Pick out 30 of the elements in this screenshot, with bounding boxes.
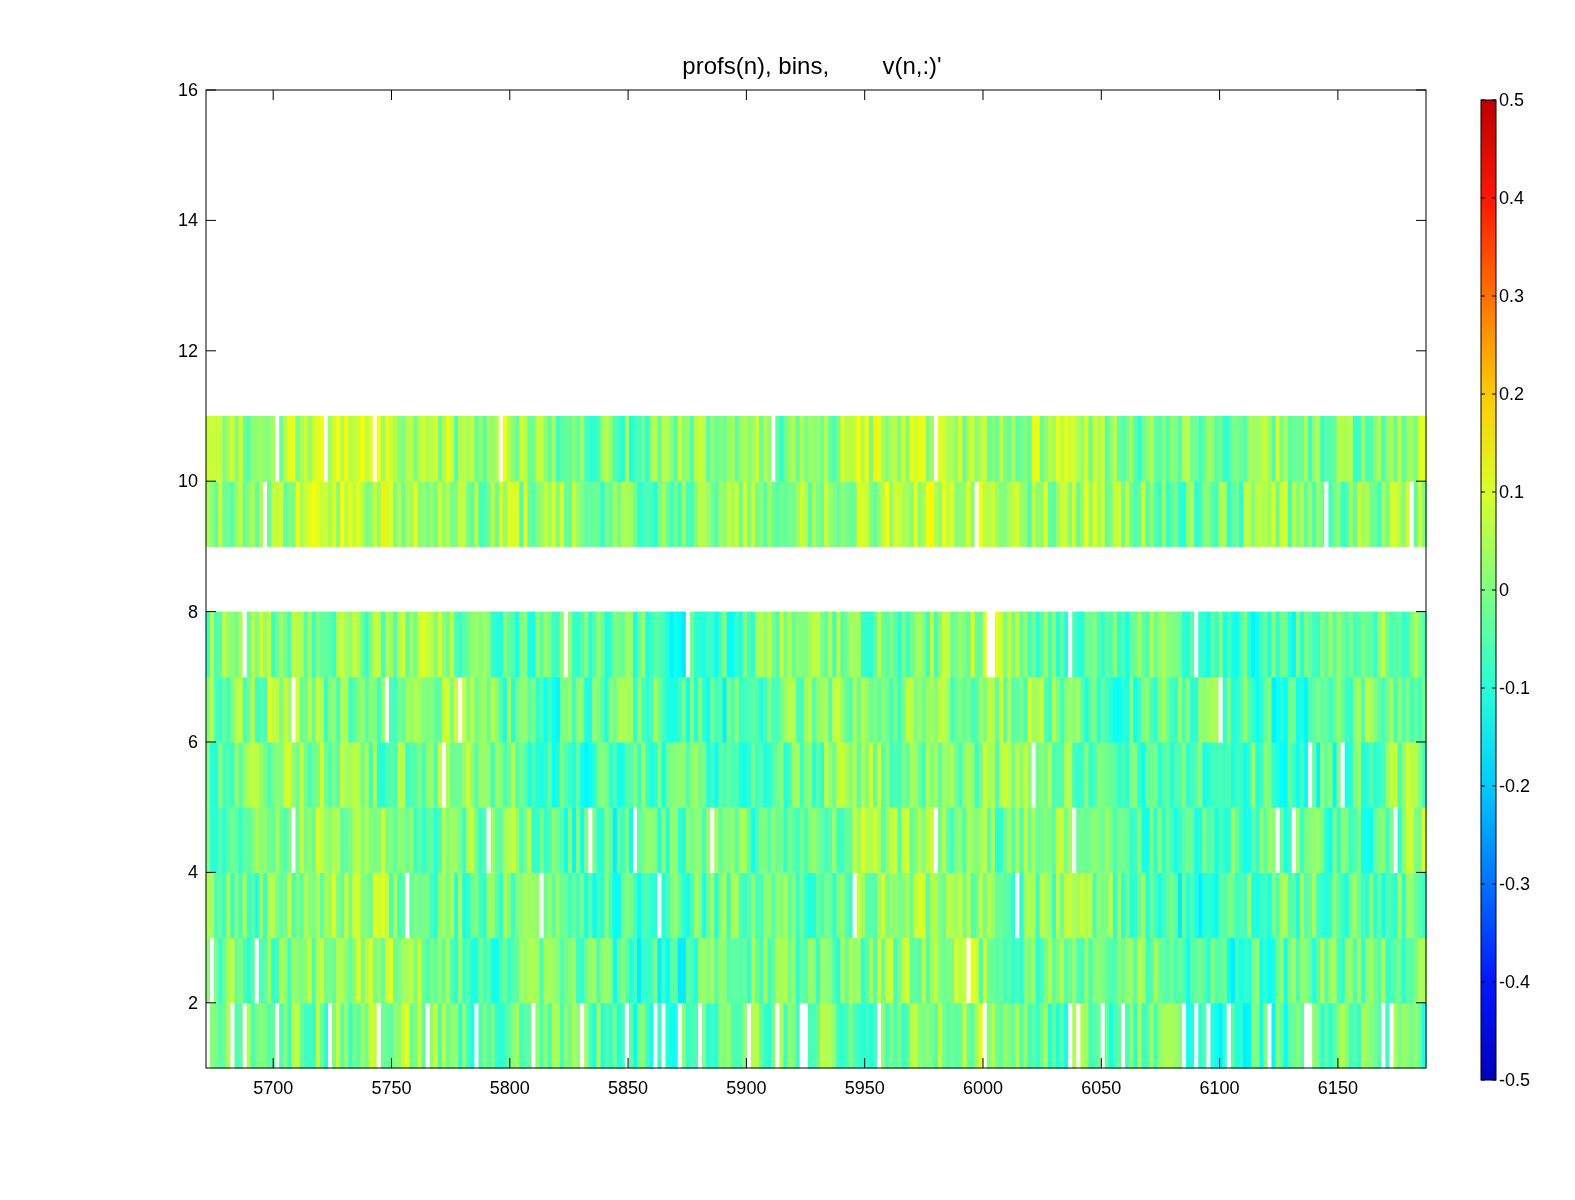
plot-title: profs(n), bins, v(n,:)' <box>682 52 942 79</box>
x-tick-label: 6100 <box>1199 1078 1240 1098</box>
colorbar-tick-label: 0.4 <box>1499 188 1525 208</box>
x-tick-label: 5800 <box>489 1078 530 1098</box>
colorbar-tick-label: -0.5 <box>1499 1070 1531 1090</box>
x-tick-label: 5700 <box>253 1078 294 1098</box>
y-tick-label: 16 <box>177 80 198 100</box>
x-tick-label: 5950 <box>844 1078 885 1098</box>
colorbar-tick-label: 0.3 <box>1499 286 1525 306</box>
y-tick-label: 14 <box>177 210 198 231</box>
x-tick-label: 5750 <box>371 1078 412 1098</box>
colorbar-tick-label: 0.5 <box>1499 90 1525 110</box>
y-tick-label: 12 <box>177 340 198 361</box>
y-tick-label: 8 <box>188 601 198 622</box>
colorbar-tick-label: -0.4 <box>1499 972 1531 992</box>
colorbar-tick-label: -0.3 <box>1499 874 1531 894</box>
colorbar-tick-label: 0 <box>1499 580 1509 600</box>
x-tick-label: 6150 <box>1317 1078 1358 1098</box>
colorbar-tick-label: -0.1 <box>1499 678 1531 698</box>
y-tick-label: 10 <box>177 471 198 492</box>
x-tick-label: 5900 <box>726 1078 767 1098</box>
y-tick-label: 2 <box>188 992 198 1013</box>
x-tick-label: 6050 <box>1081 1078 1122 1098</box>
y-tick-label: 4 <box>188 862 198 883</box>
colorbar-tick-label: -0.2 <box>1499 776 1531 796</box>
x-tick-label: 5850 <box>608 1078 649 1098</box>
y-tick-label: 6 <box>188 732 198 752</box>
colorbar-tick-label: 0.1 <box>1499 482 1525 502</box>
x-tick-label: 6000 <box>962 1078 1003 1098</box>
colorbar-tick-label: 0.2 <box>1499 384 1525 404</box>
